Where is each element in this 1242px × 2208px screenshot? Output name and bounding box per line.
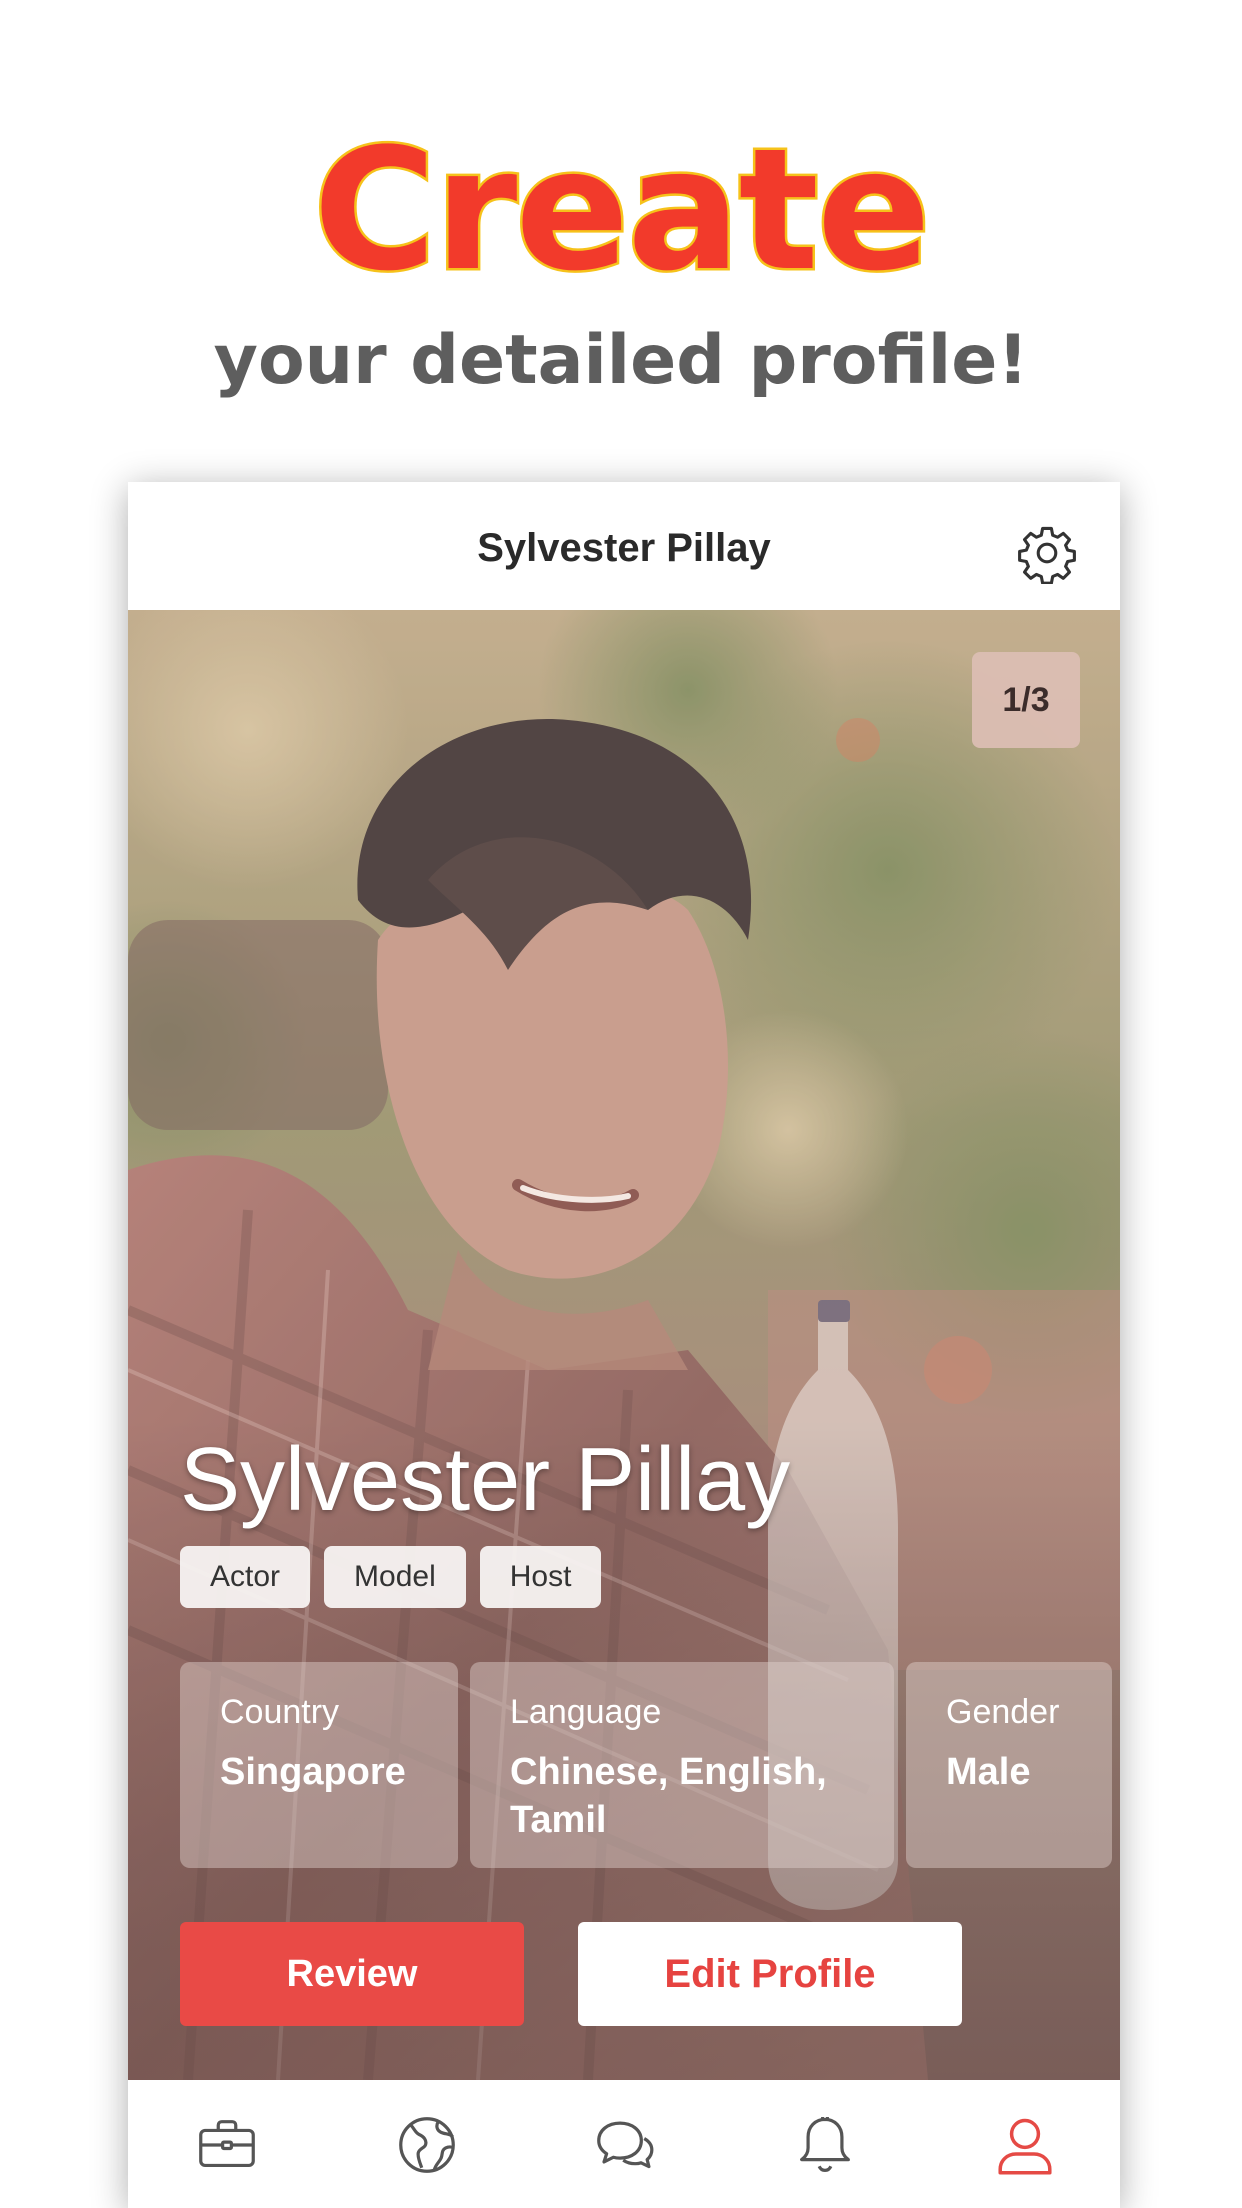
language-value: Chinese, English, Tamil [510,1748,894,1844]
language-value-line1: Chinese, English, [510,1751,827,1793]
country-label: Country [220,1693,340,1731]
tag-model: Model [324,1546,466,1608]
gender-card: Gender Male [906,1662,1112,1868]
photo-counter-badge: 1/3 [972,652,1080,748]
language-label: Language [510,1693,662,1731]
gender-value: Male [946,1751,1031,1793]
tab-profile[interactable] [990,2110,1060,2180]
phone-screen: Sylvester Pillay 1/3 Sylvester Pillay Ac… [128,482,1120,2208]
globe-icon [399,2117,455,2173]
review-button[interactable]: Review [180,1922,524,2026]
user-icon [998,2118,1052,2175]
profile-name: Sylvester Pillay [180,1430,791,1530]
bottom-tab-bar [128,2080,1120,2208]
tag-actor: Actor [180,1546,311,1608]
language-card: Language Chinese, English, Tamil [470,1662,894,1868]
settings-button[interactable] [1016,522,1078,585]
profession-tags: Actor Model Host [180,1546,602,1608]
chat-icon [597,2121,654,2169]
gender-label: Gender [946,1693,1060,1731]
hero-title: Create [311,112,934,308]
app-header: Sylvester Pillay [128,482,1120,610]
briefcase-icon [199,2120,255,2168]
tab-notifications[interactable] [790,2110,860,2180]
gear-icon [1018,526,1076,585]
language-value-line2: Tamil [510,1799,607,1841]
hero-banner: Create your detailed profile! [0,0,1242,470]
edit-profile-button[interactable]: Edit Profile [578,1922,962,2026]
country-card: Country Singapore [180,1662,458,1868]
hero-subtitle: your detailed profile! [213,321,1029,400]
tag-host: Host [479,1546,602,1608]
tab-jobs[interactable] [192,2110,262,2180]
tab-explore[interactable] [392,2110,462,2180]
header-title: Sylvester Pillay [477,526,771,570]
tab-messages[interactable] [590,2110,660,2180]
bell-icon [800,2117,850,2172]
profile-photo[interactable]: 1/3 Sylvester Pillay Actor Model Host Co… [128,610,1120,2080]
country-value: Singapore [220,1751,406,1793]
